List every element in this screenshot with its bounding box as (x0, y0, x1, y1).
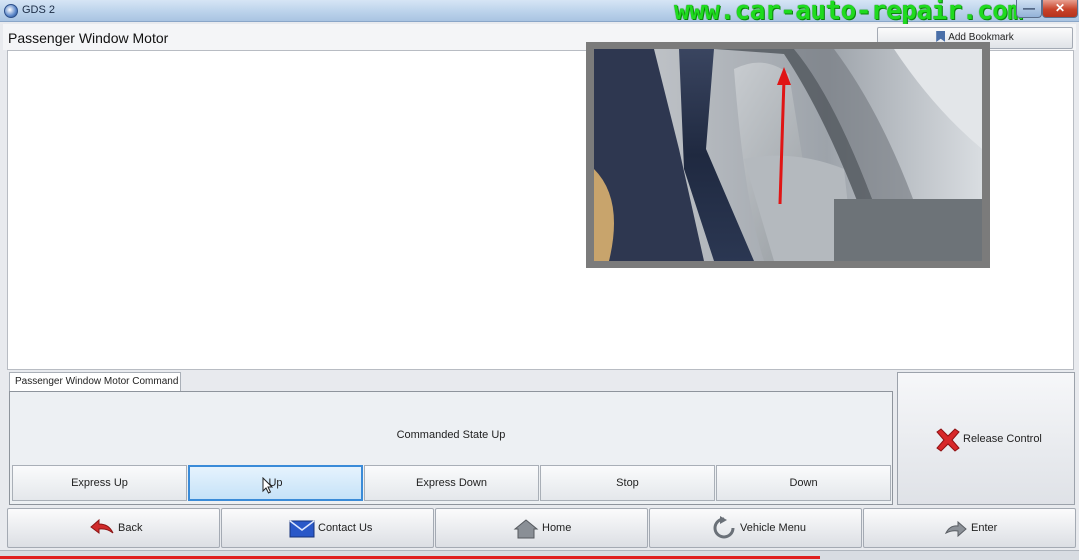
enter-label: Enter (971, 522, 998, 534)
vehicle-menu-button[interactable]: Vehicle Menu (649, 508, 862, 548)
home-label: Home (542, 522, 572, 534)
envelope-icon (289, 520, 315, 538)
close-button[interactable]: ✕ (1042, 0, 1078, 18)
vehicle-menu-label: Vehicle Menu (740, 522, 807, 534)
status-progress-line (0, 556, 820, 559)
bookmark-icon (936, 31, 946, 42)
back-arrow-icon (90, 518, 114, 534)
enter-arrow-icon (944, 520, 967, 538)
back-label: Back (118, 522, 143, 534)
back-button[interactable]: Back (7, 508, 220, 548)
tab-window-motor-command[interactable]: Passenger Window Motor Command (9, 372, 181, 391)
release-control-label: Release Control (963, 433, 1042, 445)
home-button[interactable]: Home (435, 508, 648, 548)
commanded-state-text: Commanded State Up (396, 429, 506, 441)
vehicle-photo-frame (586, 42, 990, 268)
contact-us-label: Contact Us (318, 522, 373, 534)
page-title: Passenger Window Motor (8, 30, 169, 46)
watermark-text: www.car-auto-repair.com (674, 0, 1023, 26)
down-button[interactable]: Down (716, 465, 891, 501)
app-icon (4, 4, 18, 18)
stop-button[interactable]: Stop (540, 465, 715, 501)
express-up-button[interactable]: Express Up (12, 465, 187, 501)
vehicle-door-image (594, 49, 982, 261)
contact-us-button[interactable]: Contact Us (221, 508, 434, 548)
home-icon (513, 519, 539, 539)
express-down-button[interactable]: Express Down (364, 465, 539, 501)
minimize-button[interactable]: — (1016, 0, 1042, 18)
window-title: GDS 2 (22, 4, 56, 16)
red-x-icon (936, 428, 960, 452)
vehicle-door-photo (594, 49, 982, 261)
mouse-cursor-icon (262, 477, 273, 494)
enter-button[interactable]: Enter (863, 508, 1076, 548)
refresh-icon (713, 516, 735, 539)
up-button[interactable]: Up (188, 465, 363, 501)
